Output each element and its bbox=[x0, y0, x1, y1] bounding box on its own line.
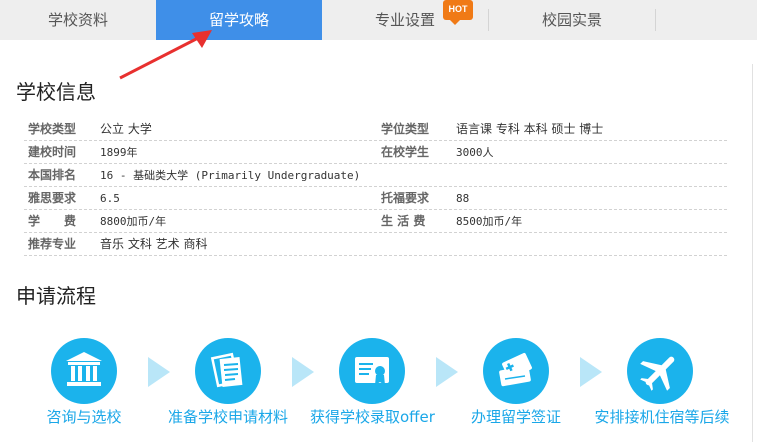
school-building-icon bbox=[66, 352, 102, 386]
step-label: 获得学校录取offer bbox=[310, 408, 435, 426]
step-circle bbox=[339, 338, 405, 404]
info-value: 公立 大学 bbox=[100, 122, 152, 136]
info-row: 雅思要求 6.5 托福要求 88 bbox=[24, 187, 727, 210]
info-value: 8800加币/年 bbox=[100, 215, 167, 228]
step-circle bbox=[195, 338, 261, 404]
info-value: 16 - 基础类大学 (Primarily Undergraduate) bbox=[100, 169, 361, 182]
info-label: 生 活 费 bbox=[381, 214, 426, 228]
info-label: 在校学生 bbox=[381, 145, 430, 159]
info-value: 1899年 bbox=[100, 146, 138, 159]
annotation-arrow-icon bbox=[119, 30, 212, 80]
info-value: 6.5 bbox=[100, 192, 120, 205]
passport-icon bbox=[499, 353, 532, 387]
step-arrow bbox=[580, 357, 602, 387]
documents-icon bbox=[210, 352, 243, 388]
info-row: 推荐专业 音乐 文科 艺术 商科 bbox=[24, 233, 727, 256]
info-value: 音乐 文科 艺术 商科 bbox=[100, 237, 208, 251]
info-label: 学位类型 bbox=[381, 122, 430, 136]
step-arrow bbox=[292, 357, 314, 387]
info-label: 推荐专业 bbox=[28, 237, 77, 251]
section-title-application-process: 申请流程 bbox=[16, 284, 96, 308]
step-circle bbox=[483, 338, 549, 404]
info-label: 雅思要求 bbox=[28, 191, 77, 205]
certificate-icon bbox=[355, 357, 389, 385]
step-arrow bbox=[148, 357, 170, 387]
step-label: 咨询与选校 bbox=[46, 408, 122, 426]
info-label: 学校类型 bbox=[28, 122, 77, 136]
step-arrow bbox=[436, 357, 458, 387]
info-value: 3000人 bbox=[456, 146, 494, 159]
tab-divider bbox=[655, 9, 656, 31]
section-title-school-info: 学校信息 bbox=[16, 80, 96, 104]
step-label: 安排接机住宿等后续 bbox=[594, 408, 730, 426]
info-label: 学 费 bbox=[28, 214, 77, 228]
info-label: 建校时间 bbox=[28, 145, 77, 159]
airplane-icon bbox=[640, 356, 675, 391]
step-circle bbox=[627, 338, 693, 404]
info-row: 学 费 8800加币/年 生 活 费 8500加币/年 bbox=[24, 210, 727, 233]
info-row: 学校类型 公立 大学 学位类型 语言课 专科 本科 硕士 博士 bbox=[24, 118, 727, 141]
info-row: 建校时间 1899年 在校学生 3000人 bbox=[24, 141, 727, 164]
tab-campus-photos[interactable]: 校园实景 bbox=[489, 0, 655, 40]
step-label: 准备学校申请材料 bbox=[167, 408, 288, 426]
info-label: 托福要求 bbox=[381, 191, 430, 205]
step-circle bbox=[51, 338, 117, 404]
info-value: 8500加币/年 bbox=[456, 215, 523, 228]
info-value: 语言课 专科 本科 硕士 博士 bbox=[456, 122, 604, 136]
info-label: 本国排名 bbox=[28, 168, 77, 182]
step-label: 办理留学签证 bbox=[470, 408, 561, 426]
hot-badge: HOT bbox=[443, 0, 473, 25]
info-value: 88 bbox=[456, 192, 470, 205]
scroll-edge bbox=[752, 64, 757, 442]
info-row: 本国排名 16 - 基础类大学 (Primarily Undergraduate… bbox=[24, 164, 727, 187]
